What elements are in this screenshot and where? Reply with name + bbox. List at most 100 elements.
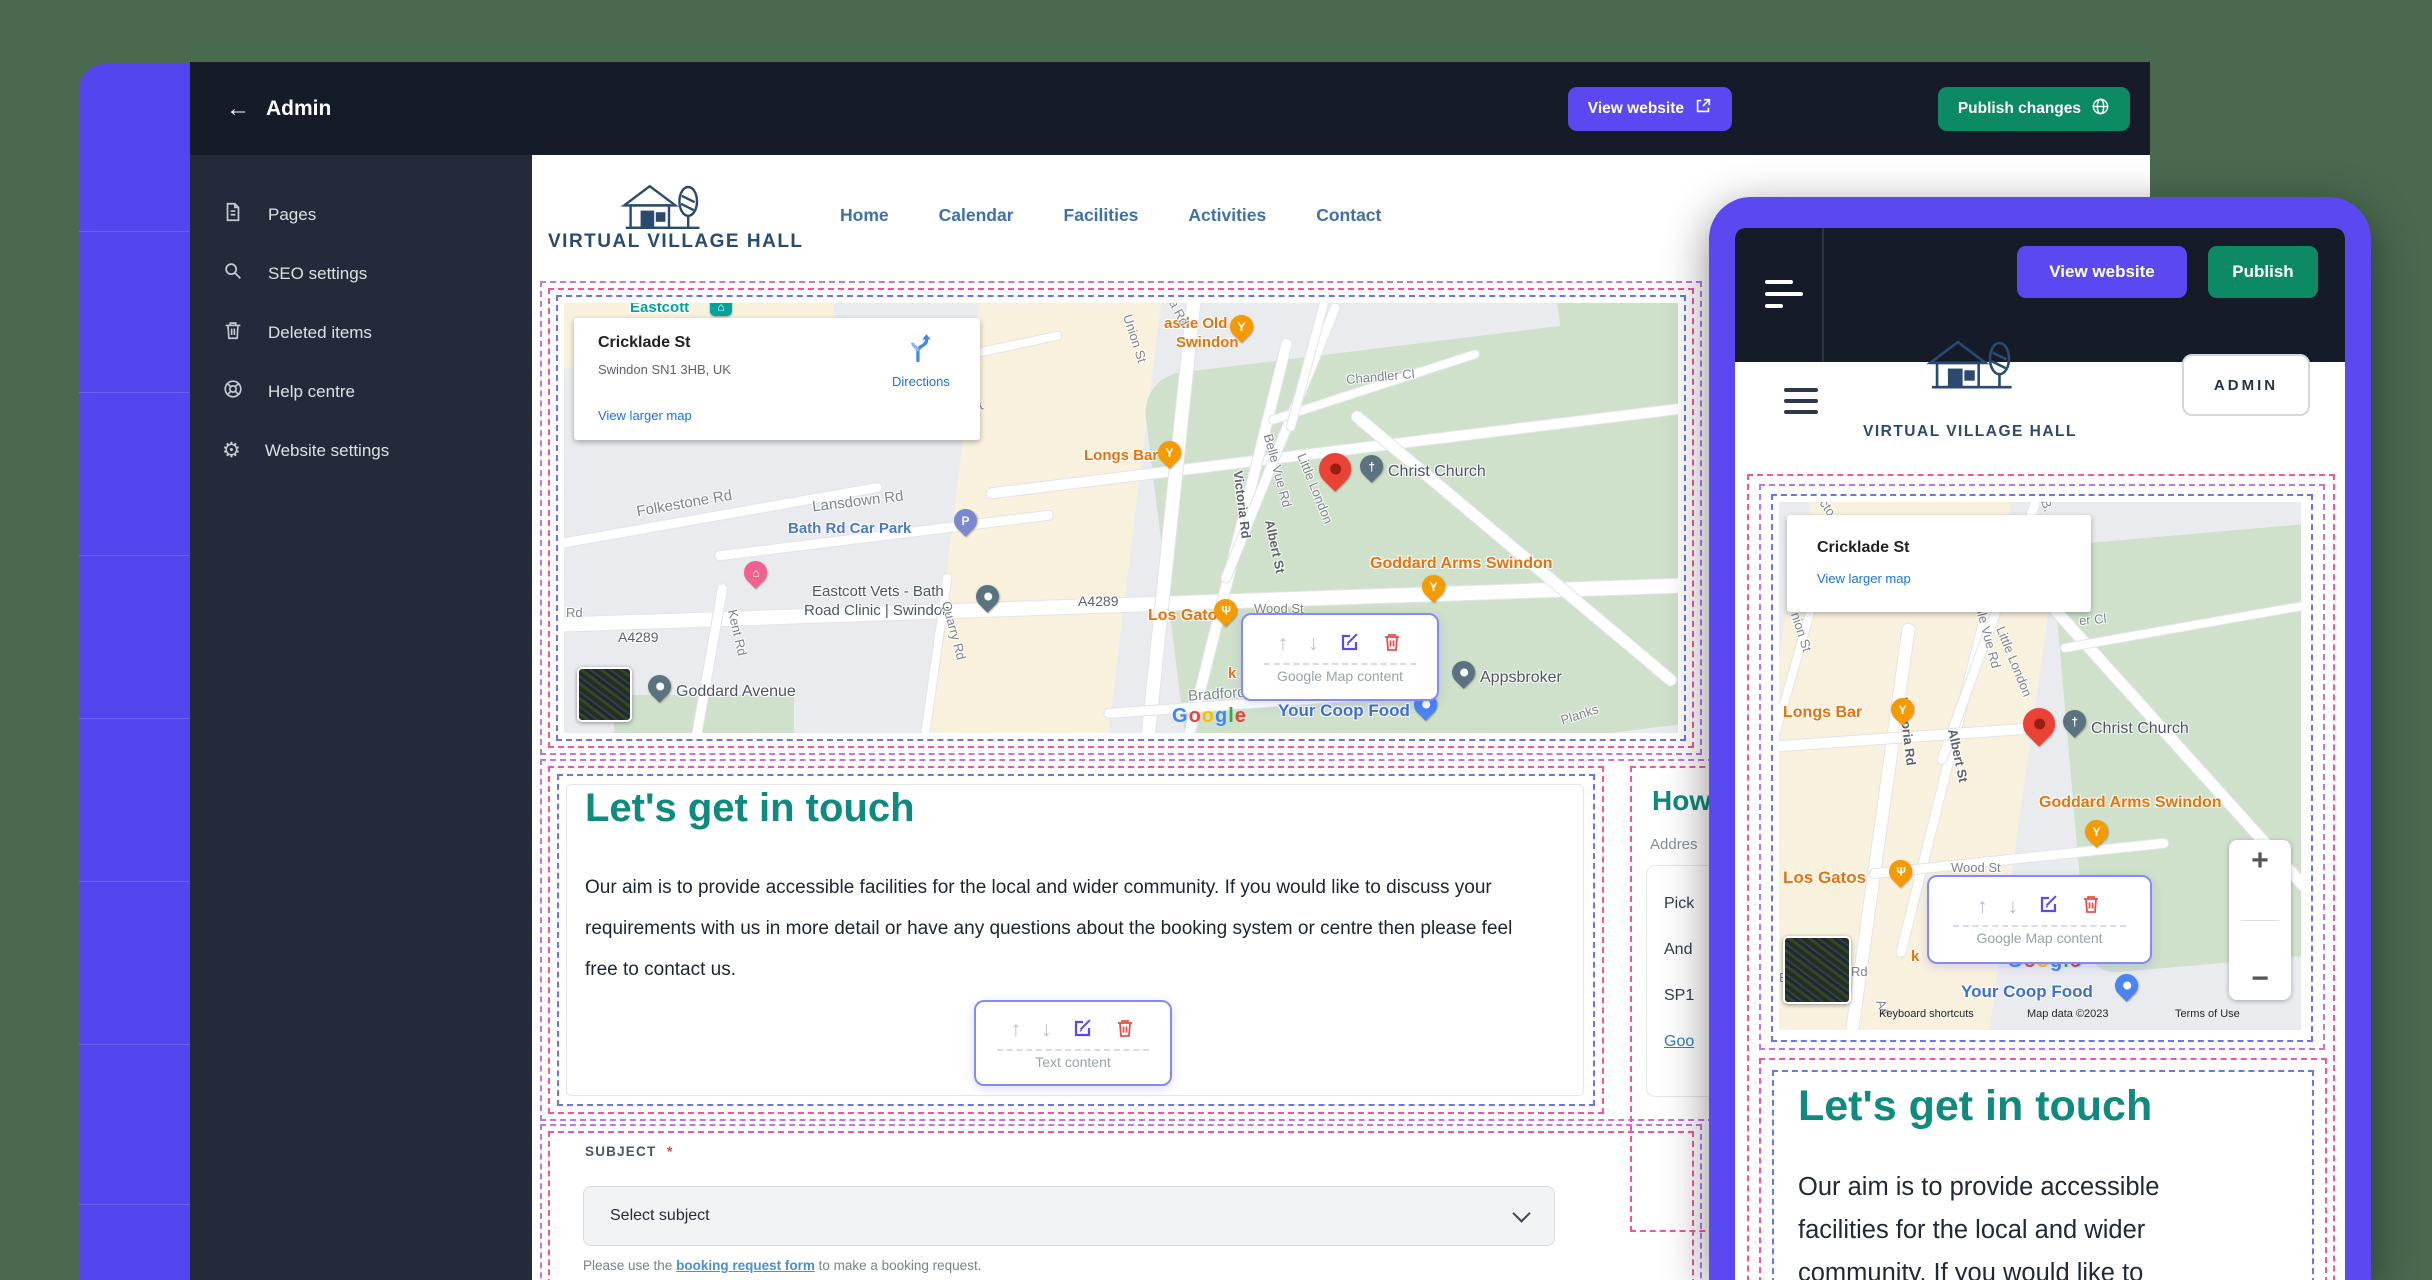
subject-field-label: SUBJECT [585, 1144, 656, 1159]
view-larger-map-link[interactable]: View larger map [1817, 571, 1911, 586]
sidebar-item-label: Help centre [268, 382, 355, 402]
map-label: Longs Bar [1783, 704, 1862, 722]
mobile-admin-badge-button[interactable]: ADMIN [2182, 354, 2310, 416]
delete-icon[interactable] [1381, 631, 1403, 658]
nav-link-contact[interactable]: Contact [1316, 205, 1381, 226]
map-pin-cart[interactable] [2110, 969, 2143, 1002]
sidebar-item-label: Deleted items [268, 323, 372, 343]
find-us-address-label: Addres [1650, 836, 1698, 853]
sidebar-item-label: Pages [268, 205, 316, 225]
satellite-view-toggle[interactable] [1783, 936, 1851, 1004]
map-label: Christ Church [2091, 720, 2189, 738]
map-pin-bedteal[interactable]: ⌂ [710, 303, 732, 316]
gear-icon: ⚙ [222, 438, 241, 463]
google-map-content-widget: ↑ ↓ Google Map content [1927, 875, 2152, 964]
nav-link-activities[interactable]: Activities [1188, 205, 1266, 226]
directions-icon[interactable] [904, 332, 934, 369]
trash-icon [222, 319, 244, 346]
decorative-purple-strip [79, 64, 190, 1280]
google-map-embed-mobile[interactable]: ctoB.er ClUnion StLongs BarBelle Vue RdL… [1779, 502, 2301, 1030]
map-label: Christ Church [1388, 463, 1486, 481]
map-pin-bedpink[interactable]: ⌂ [739, 556, 772, 589]
map-label: Goddard Avenue [676, 683, 796, 701]
contact-body: Our aim is to provide accessible facilit… [585, 867, 1543, 990]
sidebar-item-website-settings[interactable]: ⚙Website settings [190, 421, 532, 480]
view-larger-map-link[interactable]: View larger map [598, 408, 692, 423]
sidebar-item-help-centre[interactable]: Help centre [190, 362, 532, 421]
view-website-button[interactable]: View website [1568, 87, 1732, 131]
find-us-map-link[interactable]: Goo [1664, 1033, 1694, 1051]
map-label: Goddard Arms Swindon [1370, 555, 1553, 573]
map-label: Your Coop Food [1278, 701, 1410, 721]
contact-body-line: facilities for the local and wider [1798, 1209, 2159, 1252]
widget-label: Google Map content [1976, 930, 2102, 946]
move-up-icon[interactable]: ↑ [1011, 1018, 1022, 1042]
help-icon [222, 378, 244, 405]
contact-body: Our aim is to provide accessiblefaciliti… [1798, 1166, 2159, 1280]
website-preview-mobile: View website Publish VIRTUAL VILLAGE HAL… [1735, 228, 2345, 1280]
mobile-view-website-button[interactable]: View website [2017, 246, 2187, 298]
map-card-title: Cricklade St [1817, 539, 1909, 557]
nav-link-calendar[interactable]: Calendar [939, 205, 1014, 226]
edit-icon[interactable] [2038, 893, 2060, 920]
external-link-icon [1694, 97, 1712, 120]
delete-icon[interactable] [2080, 893, 2102, 920]
contact-body-line: Our aim is to provide accessible [1798, 1166, 2159, 1209]
move-down-icon[interactable]: ↓ [2008, 895, 2019, 919]
widget-label: Google Map content [1277, 668, 1403, 684]
satellite-view-toggle[interactable] [577, 667, 632, 722]
file-icon [222, 201, 244, 228]
sidebar-item-pages[interactable]: Pages [190, 185, 532, 244]
site-logo-title[interactable]: VIRTUAL VILLAGE HALL [1845, 423, 2095, 441]
delete-icon[interactable] [1114, 1017, 1136, 1044]
screenshot-canvas: ← Admin View website Publish changes Pag… [0, 0, 2432, 1280]
move-down-icon[interactable]: ↓ [1041, 1018, 1052, 1042]
back-arrow-icon[interactable]: ← [226, 95, 250, 123]
mobile-publish-button[interactable]: Publish [2208, 246, 2318, 298]
google-logo: Google [1172, 705, 1247, 728]
subject-select[interactable]: Select subject [583, 1186, 1555, 1246]
google-map-embed[interactable]: Eastcottastle OldSwindontoria RdUnion St… [564, 303, 1678, 733]
directions-link[interactable]: Directions [892, 374, 950, 389]
zoom-in-button[interactable]: + [2251, 846, 2269, 876]
google-map-content-widget: ↑ ↓ Google Map content [1241, 613, 1439, 701]
map-label: Rd [1851, 964, 1868, 979]
map-label: Swindon [1176, 334, 1239, 351]
map-label: A4289 [618, 629, 658, 645]
admin-sidebar: Pages SEO settings Deleted items Help centr… [190, 155, 532, 1280]
site-nav: Home Calendar Facilities Activities Contact [840, 205, 1381, 226]
site-logo-title[interactable]: VIRTUAL VILLAGE HALL [548, 231, 804, 253]
sidebar-item-deleted-items[interactable]: Deleted items [190, 303, 532, 362]
booking-request-form-link[interactable]: booking request form [676, 1258, 815, 1273]
sidebar-item-label: SEO settings [268, 264, 367, 284]
map-card-address: Swindon SN1 3HB, UK [598, 362, 731, 377]
map-card-title: Cricklade St [598, 334, 690, 352]
required-asterisk: * [667, 1143, 672, 1159]
map-label: Your Coop Food [1961, 982, 2093, 1002]
edit-icon[interactable] [1072, 1017, 1094, 1044]
subject-help-text: Please use the booking request form to m… [583, 1258, 981, 1273]
sidebar-item-seo-settings[interactable]: SEO settings [190, 244, 532, 303]
mobile-admin-toolbar: View website Publish [1735, 228, 2345, 362]
map-label: Wood St [1951, 860, 2001, 875]
nav-link-home[interactable]: Home [840, 205, 889, 226]
globe-icon [2091, 97, 2110, 121]
nav-link-facilities[interactable]: Facilities [1064, 205, 1139, 226]
publish-changes-button[interactable]: Publish changes [1938, 87, 2130, 131]
map-attribution-keyboard-shortcuts[interactable]: Keyboard shortcuts [1879, 1008, 1974, 1020]
move-down-icon[interactable]: ↓ [1308, 632, 1319, 656]
map-attribution-terms[interactable]: Terms of Use [2175, 1008, 2240, 1020]
map-label: er Cl [2078, 611, 2107, 628]
map-label: k [1228, 665, 1236, 682]
map-label: Bath Rd Car Park [788, 520, 911, 537]
map-label: Appsbroker [1480, 669, 1562, 687]
move-up-icon[interactable]: ↑ [1977, 895, 1988, 919]
move-up-icon[interactable]: ↑ [1278, 632, 1289, 656]
chevron-down-icon [1512, 1204, 1530, 1222]
site-logo-icon[interactable] [1918, 326, 2022, 417]
edit-icon[interactable] [1339, 631, 1361, 658]
text-content-widget: ↑ ↓ Text content [974, 1000, 1172, 1086]
zoom-out-button[interactable]: − [2251, 964, 2269, 994]
map-label: Eastcott [630, 303, 689, 316]
map-label: Eastcott Vets - Bath [812, 583, 944, 600]
